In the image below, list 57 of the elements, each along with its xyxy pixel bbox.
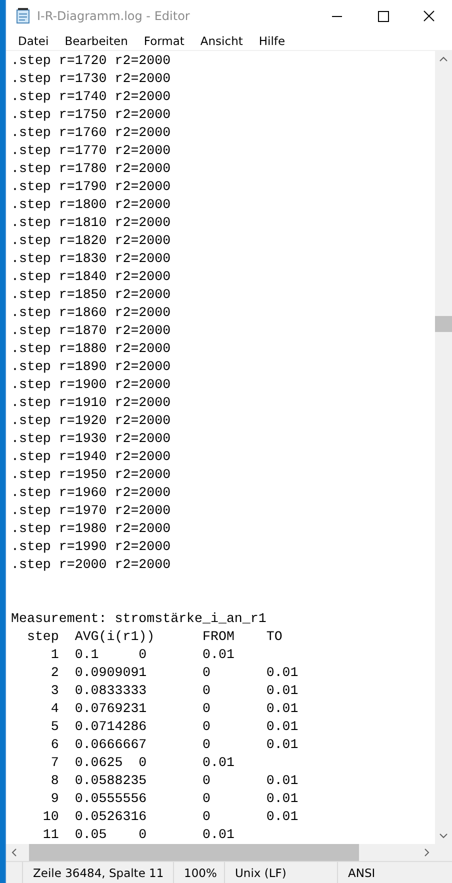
- text-line: .step r=1920 r2=2000: [11, 412, 172, 430]
- text-line: 7 0.0625 0 0.01: [50, 754, 236, 772]
- menu-item[interactable]: Format: [138, 34, 190, 48]
- text-line: .step r=1890 r2=2000: [11, 358, 172, 376]
- menu-item[interactable]: Datei: [13, 34, 54, 48]
- horizontal-scrollbar[interactable]: [6, 844, 452, 861]
- text-line: .step r=1830 r2=2000: [11, 250, 172, 268]
- text-line: .step r=1870 r2=2000: [11, 322, 172, 340]
- vertical-scrollbar[interactable]: [435, 51, 452, 844]
- text-line: .step r=1960 r2=2000: [11, 484, 172, 502]
- text-line: .step r=1750 r2=2000: [11, 106, 172, 124]
- text-line: .step r=1900 r2=2000: [11, 376, 172, 394]
- text-line: 10 0.0526316 0 0.01: [42, 808, 300, 826]
- text-line: .step r=1800 r2=2000: [11, 196, 172, 214]
- text-line: 1 0.1 0 0.01: [50, 646, 236, 664]
- line-ending: Unix (LF): [235, 866, 286, 880]
- zoom-level: 100%: [184, 866, 217, 880]
- text-line: 5 0.0714286 0 0.01: [50, 718, 300, 736]
- text-line: .step r=1810 r2=2000: [11, 214, 172, 232]
- text-line: .step r=1940 r2=2000: [11, 448, 172, 466]
- encoding: ANSI: [348, 866, 376, 880]
- text-line: 6 0.0666667 0 0.01: [50, 736, 300, 754]
- text-line: .step r=1880 r2=2000: [11, 340, 172, 358]
- text-line: .step r=1760 r2=2000: [11, 124, 172, 142]
- text-line: .step r=1980 r2=2000: [11, 520, 172, 538]
- text-line: .step r=1950 r2=2000: [11, 466, 172, 484]
- scroll-thumb[interactable]: [29, 844, 359, 861]
- text-line: 4 0.0769231 0 0.01: [50, 700, 300, 718]
- text-line: .step r=1770 r2=2000: [11, 142, 172, 160]
- text-line: step AVG(i(r1)) FROM TO: [26, 628, 284, 646]
- text-line: 9 0.0555556 0 0.01: [50, 790, 300, 808]
- text-line: 3 0.0833333 0 0.01: [50, 682, 300, 700]
- text-line: Measurement: stromstärke_i_an_r1: [11, 610, 268, 628]
- text-line: .step r=1790 r2=2000: [11, 178, 172, 196]
- text-line: .step r=1860 r2=2000: [11, 304, 172, 322]
- text-line: .step r=1840 r2=2000: [11, 268, 172, 286]
- text-line: .step r=1730 r2=2000: [11, 70, 172, 88]
- menu-item[interactable]: Ansicht: [195, 34, 248, 48]
- text-line: .step r=1970 r2=2000: [11, 502, 172, 520]
- cursor-position: Zeile 36484, Spalte 11: [33, 866, 164, 880]
- notepad-icon: [15, 8, 31, 24]
- menu-item[interactable]: Bearbeiten: [60, 34, 133, 48]
- text-line: .step r=1740 r2=2000: [11, 88, 172, 106]
- text-line: .step r=1720 r2=2000: [11, 52, 172, 70]
- menu-item[interactable]: Hilfe: [254, 34, 290, 48]
- scroll-thumb[interactable]: [435, 316, 452, 332]
- text-line: .step r=2000 r2=2000: [11, 556, 172, 574]
- text-line: 8 0.0588235 0 0.01: [50, 772, 300, 790]
- text-line: .step r=1780 r2=2000: [11, 160, 172, 178]
- text-line: 2 0.0909091 0 0.01: [50, 664, 300, 682]
- text-line: .step r=1850 r2=2000: [11, 286, 172, 304]
- text-line: .step r=1990 r2=2000: [11, 538, 172, 556]
- text-line: .step r=1930 r2=2000: [11, 430, 172, 448]
- text-line: .step r=1820 r2=2000: [11, 232, 172, 250]
- text-line: .step r=1910 r2=2000: [11, 394, 172, 412]
- text-line: 11 0.05 0 0.01: [42, 826, 236, 844]
- window-title: I-R-Diagramm.log - Editor: [37, 8, 191, 22]
